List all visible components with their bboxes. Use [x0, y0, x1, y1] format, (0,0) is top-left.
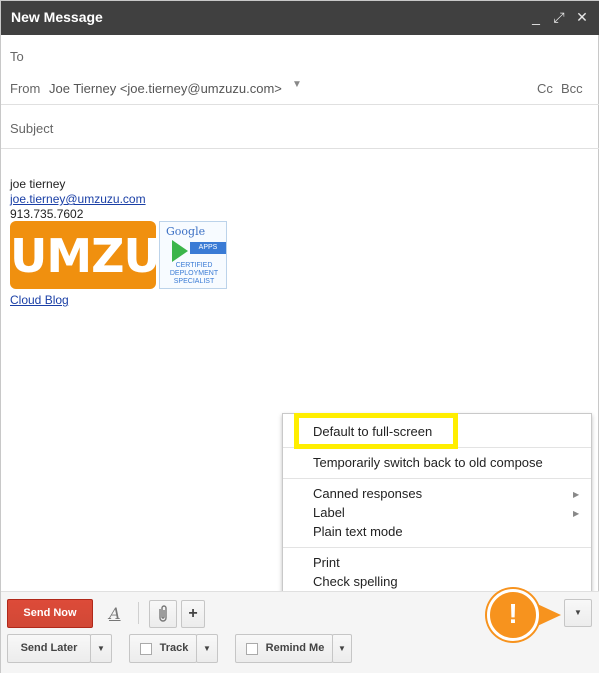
from-dropdown-icon[interactable]: ▼: [292, 79, 302, 90]
minimize-icon[interactable]: _: [527, 8, 545, 26]
umzuzu-logo: UMZUZU: [10, 221, 156, 289]
expand-icon[interactable]: ⤢: [550, 8, 568, 26]
submenu-arrow-icon: ▶: [573, 490, 580, 499]
chevron-down-icon: ▼: [203, 644, 211, 653]
menu-item-check-spelling[interactable]: Check spelling: [313, 573, 398, 591]
badge-brand: Google: [166, 225, 206, 238]
badge-line2: DEPLOYMENT: [169, 270, 219, 277]
alert-glyph: !: [508, 598, 518, 629]
menu-item-print[interactable]: Print: [313, 554, 340, 572]
remind-me-dropdown[interactable]: ▼: [332, 634, 352, 663]
badge-line1: CERTIFIED: [175, 262, 213, 269]
from-address[interactable]: Joe Tierney <joe.tierney@umzuzu.com>: [49, 81, 282, 96]
menu-separator: [283, 547, 591, 548]
compose-window: New Message _ ⤢ ✕ To From Joe Tierney <j…: [0, 0, 599, 673]
highlight-box: [294, 413, 458, 449]
to-field[interactable]: To: [1, 43, 599, 69]
badge-text: CERTIFIED DEPLOYMENT SPECIALIST: [162, 262, 226, 286]
subject-label: Subject: [10, 121, 54, 136]
subject-field[interactable]: Subject: [1, 109, 599, 149]
chevron-down-icon: ▼: [574, 608, 582, 617]
remind-me-checkbox[interactable]: [246, 643, 258, 655]
remind-me-button[interactable]: Remind Me: [235, 634, 333, 663]
google-apps-certified-badge: Google APPS CERTIFIED DEPLOYMENT SPECIAL…: [159, 221, 227, 289]
track-button[interactable]: Track: [129, 634, 197, 663]
more-options-button[interactable]: ▼: [564, 599, 592, 627]
track-dropdown[interactable]: ▼: [196, 634, 218, 663]
signature: joe tierney joe.tierney@umzuzu.com 913.7…: [10, 177, 146, 222]
menu-item-label[interactable]: Label: [313, 504, 345, 522]
badge-line3: SPECIALIST: [173, 278, 215, 285]
play-icon: [172, 240, 188, 262]
bcc-link[interactable]: Bcc: [561, 81, 583, 96]
insert-more-button[interactable]: +: [181, 600, 205, 628]
from-label: From: [10, 81, 41, 96]
chevron-down-icon: ▼: [97, 644, 105, 653]
menu-item-canned-responses[interactable]: Canned responses: [313, 485, 422, 503]
from-field: From Joe Tierney <joe.tierney@umzuzu.com…: [1, 75, 599, 105]
toolbar-divider: [138, 602, 139, 624]
chevron-down-icon: ▼: [338, 644, 346, 653]
compose-title: New Message: [11, 9, 103, 25]
to-label: To: [10, 49, 24, 64]
exclamation-icon: !: [487, 589, 539, 641]
badge-product: APPS: [190, 242, 226, 254]
formatting-icon[interactable]: A: [109, 604, 121, 623]
paperclip-icon: [159, 605, 167, 622]
track-checkbox[interactable]: [140, 643, 152, 655]
compose-titlebar: New Message _ ⤢ ✕: [1, 1, 599, 35]
signature-email-link[interactable]: joe.tierney@umzuzu.com: [10, 192, 146, 206]
menu-item-plain-text[interactable]: Plain text mode: [313, 523, 403, 541]
menu-separator: [283, 478, 591, 479]
close-icon[interactable]: ✕: [573, 8, 591, 26]
menu-item-old-compose[interactable]: Temporarily switch back to old compose: [313, 454, 543, 472]
umzuzu-logo-text: UMZUZU: [10, 229, 156, 283]
send-later-dropdown[interactable]: ▼: [90, 634, 112, 663]
attach-button[interactable]: [149, 600, 177, 628]
send-later-button[interactable]: Send Later: [7, 634, 91, 663]
send-now-button[interactable]: Send Now: [7, 599, 93, 628]
signature-name: joe tierney: [10, 177, 66, 191]
submenu-arrow-icon: ▶: [573, 509, 580, 518]
cc-link[interactable]: Cc: [537, 81, 553, 96]
cloud-blog-link[interactable]: Cloud Blog: [10, 293, 69, 307]
signature-phone: 913.735.7602: [10, 207, 84, 221]
